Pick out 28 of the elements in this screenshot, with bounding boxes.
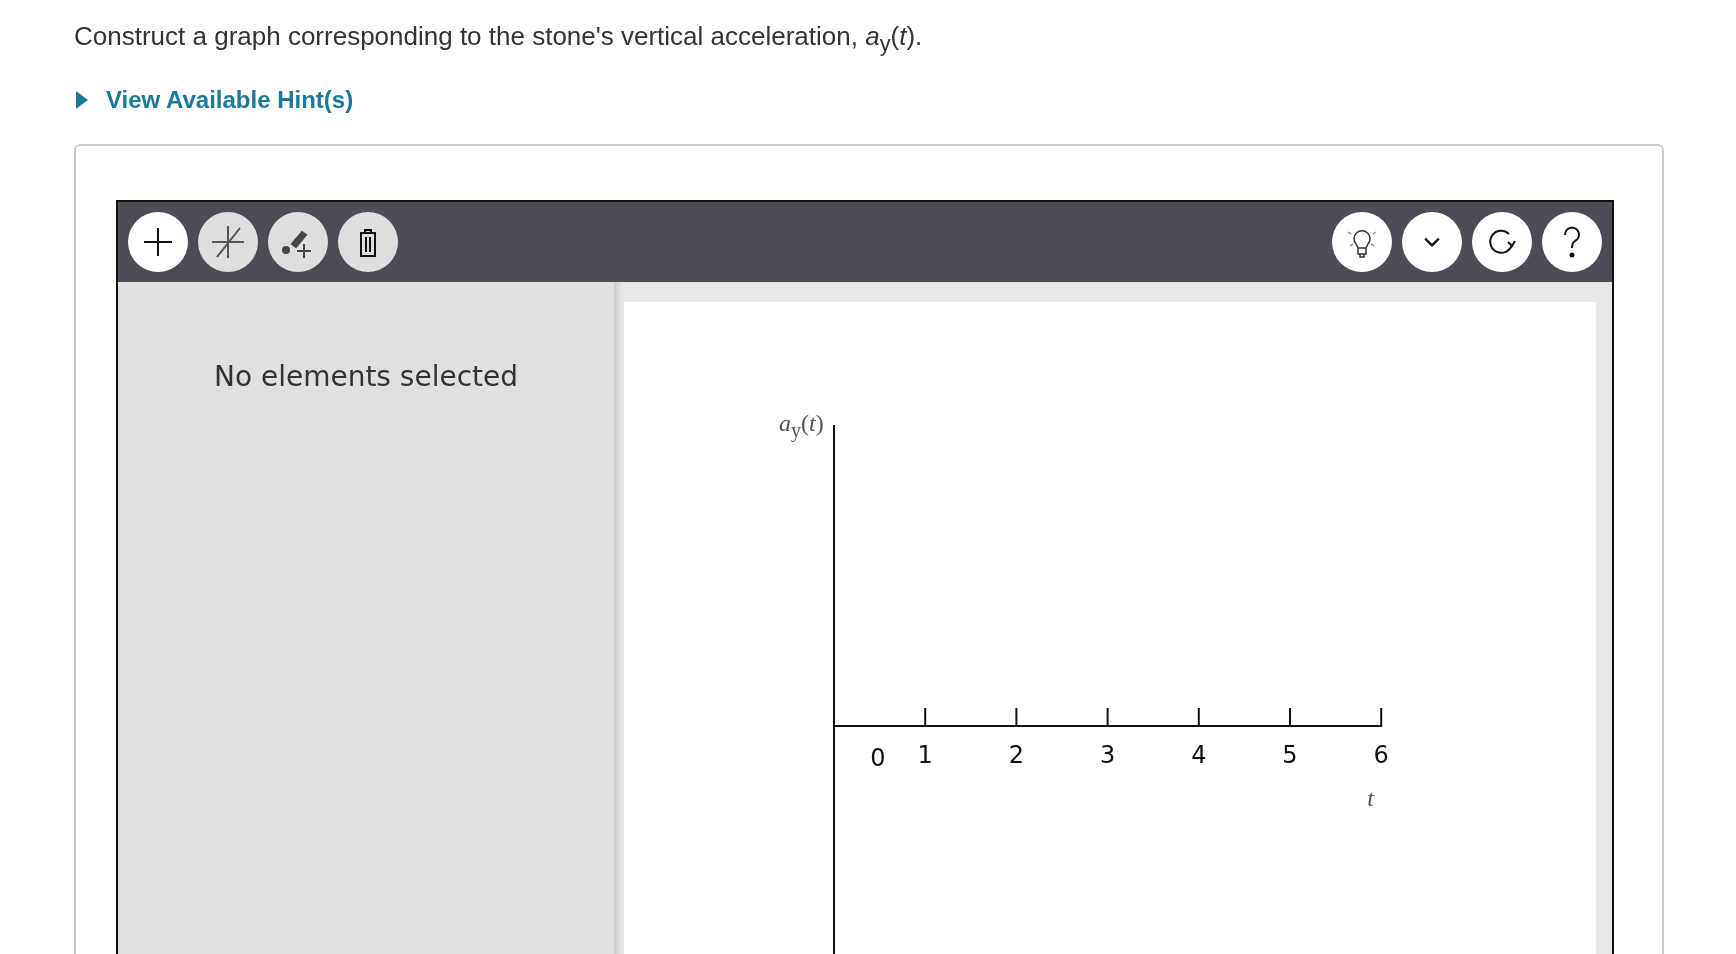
x-axis-label: t <box>1367 786 1374 810</box>
tool-button[interactable] <box>268 212 328 272</box>
tick-mark <box>1106 707 1109 727</box>
tick-label: 0 <box>870 746 886 770</box>
tool-button[interactable] <box>1332 212 1392 272</box>
tool-button[interactable] <box>198 212 258 272</box>
tool-button[interactable] <box>1472 212 1532 272</box>
tick-label: 1 <box>917 743 933 767</box>
tick-mark <box>924 707 927 727</box>
tick-label: 4 <box>1191 743 1207 767</box>
tick-mark <box>1197 707 1200 727</box>
tick-label: 6 <box>1373 743 1389 767</box>
tick-mark <box>1015 707 1018 727</box>
question-text: Construct a graph corresponding to the stone's vertical acceleration, a$_{y}$(t). <box>74 20 924 54</box>
tool-button[interactable] <box>128 212 188 272</box>
tick-label: 2 <box>1008 743 1025 767</box>
chevron-down-icon <box>1424 237 1440 247</box>
tick-mark <box>1289 707 1291 727</box>
tool-button[interactable] <box>1542 212 1602 272</box>
tick-mark <box>1380 707 1383 727</box>
tick-label: 5 <box>1282 743 1298 767</box>
hint-link[interactable]: View Available Hint(s) <box>106 86 354 114</box>
status-message: No elements selected <box>213 360 519 394</box>
caret-icon[interactable] <box>76 91 88 109</box>
y-axis-label: a$_{y}$(t) <box>779 411 824 440</box>
tick-label: 3 <box>1099 743 1116 767</box>
tool-button[interactable] <box>338 212 398 272</box>
tool-button[interactable] <box>1402 212 1462 272</box>
